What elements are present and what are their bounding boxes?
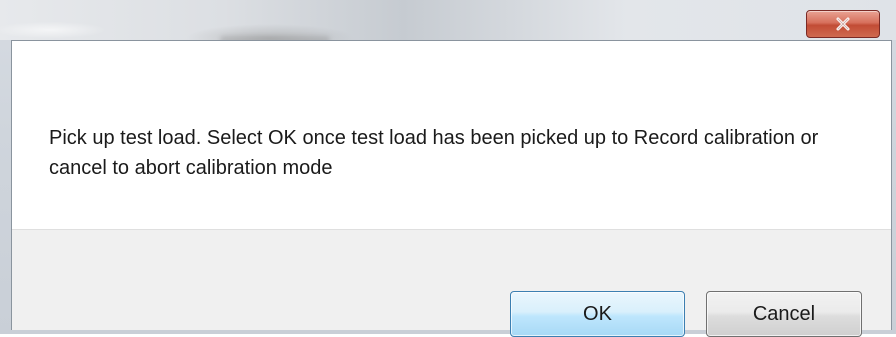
message-area: Pick up test load. Select OK once test l… <box>12 41 891 229</box>
title-bar[interactable] <box>0 0 896 44</box>
close-icon <box>807 11 879 37</box>
dialog-message: Pick up test load. Select OK once test l… <box>49 127 819 179</box>
dialog-window: Pick up test load. Select OK once test l… <box>0 0 896 337</box>
cancel-button[interactable]: Cancel <box>706 291 862 337</box>
button-bar: OK Cancel <box>12 229 891 337</box>
ok-button[interactable]: OK <box>510 291 685 337</box>
close-button[interactable] <box>806 10 880 38</box>
dialog-body: Pick up test load. Select OK once test l… <box>11 40 892 337</box>
